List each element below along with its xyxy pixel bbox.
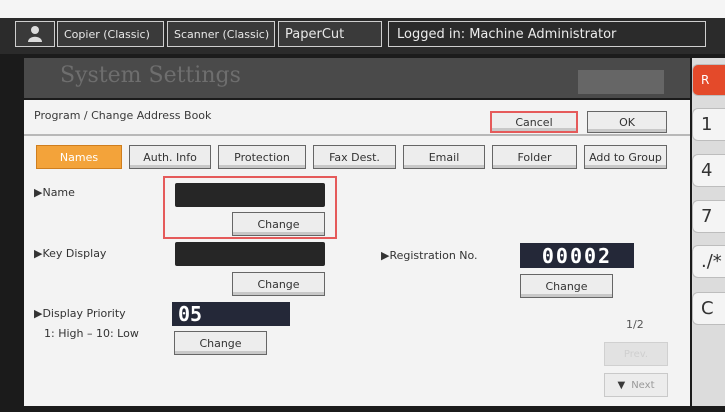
key-1[interactable]: 1 bbox=[692, 108, 725, 141]
breadcrumb: Program / Change Address Book bbox=[34, 109, 212, 122]
tab-folder[interactable]: Folder bbox=[492, 145, 577, 169]
tab-names[interactable]: Names bbox=[36, 145, 122, 169]
tab-add-to-group[interactable]: Add to Group bbox=[584, 145, 667, 169]
page-title: System Settings bbox=[60, 63, 241, 88]
display-priority-label: ▶Display Priority bbox=[34, 307, 126, 320]
cancel-button[interactable]: Cancel bbox=[490, 111, 578, 133]
user-icon bbox=[28, 26, 42, 42]
tab-auth-info[interactable]: Auth. Info bbox=[129, 145, 211, 169]
display-priority-value: 05 bbox=[172, 302, 290, 326]
display-priority-hint: 1: High – 10: Low bbox=[44, 327, 139, 340]
tab-papercut[interactable]: PaperCut bbox=[278, 21, 382, 47]
registration-change-button[interactable]: Change bbox=[520, 274, 613, 298]
next-label: Next bbox=[631, 379, 655, 391]
name-label: ▶Name bbox=[34, 186, 75, 199]
tab-email[interactable]: Email bbox=[403, 145, 485, 169]
next-page-button[interactable]: ▼ Next bbox=[604, 373, 668, 397]
tab-protection[interactable]: Protection bbox=[218, 145, 306, 169]
prev-page-button[interactable]: Prev. bbox=[604, 342, 668, 366]
tab-copier-classic[interactable]: Copier (Classic) bbox=[57, 21, 164, 47]
highlight-box bbox=[163, 176, 337, 239]
tab-fax-dest[interactable]: Fax Dest. bbox=[313, 145, 396, 169]
prev-label: Prev. bbox=[623, 348, 649, 360]
key-4[interactable]: 4 bbox=[692, 154, 725, 187]
tab-scanner-classic[interactable]: Scanner (Classic) bbox=[167, 21, 275, 47]
key-display-change-button[interactable]: Change bbox=[232, 272, 325, 296]
login-status: Logged in: Machine Administrator bbox=[388, 21, 706, 47]
registration-number: 00002 bbox=[520, 243, 634, 268]
key-display-field bbox=[175, 242, 325, 266]
page-indicator: 1/2 bbox=[626, 318, 644, 331]
divider bbox=[24, 134, 690, 136]
key-display-label: ▶Key Display bbox=[34, 247, 107, 260]
registration-label: ▶Registration No. bbox=[381, 249, 478, 262]
key-clear[interactable]: C bbox=[692, 292, 725, 325]
user-button[interactable] bbox=[15, 21, 55, 47]
ok-button[interactable]: OK bbox=[587, 111, 667, 133]
display-priority-change-button[interactable]: Change bbox=[174, 331, 267, 355]
key-7[interactable]: 7 bbox=[692, 200, 725, 233]
reset-key[interactable]: R bbox=[692, 64, 725, 96]
top-bezel bbox=[0, 0, 725, 18]
arrow-down-icon: ▼ bbox=[617, 379, 626, 391]
key-dot-star[interactable]: ./* bbox=[692, 245, 725, 278]
header-button bbox=[578, 70, 664, 94]
